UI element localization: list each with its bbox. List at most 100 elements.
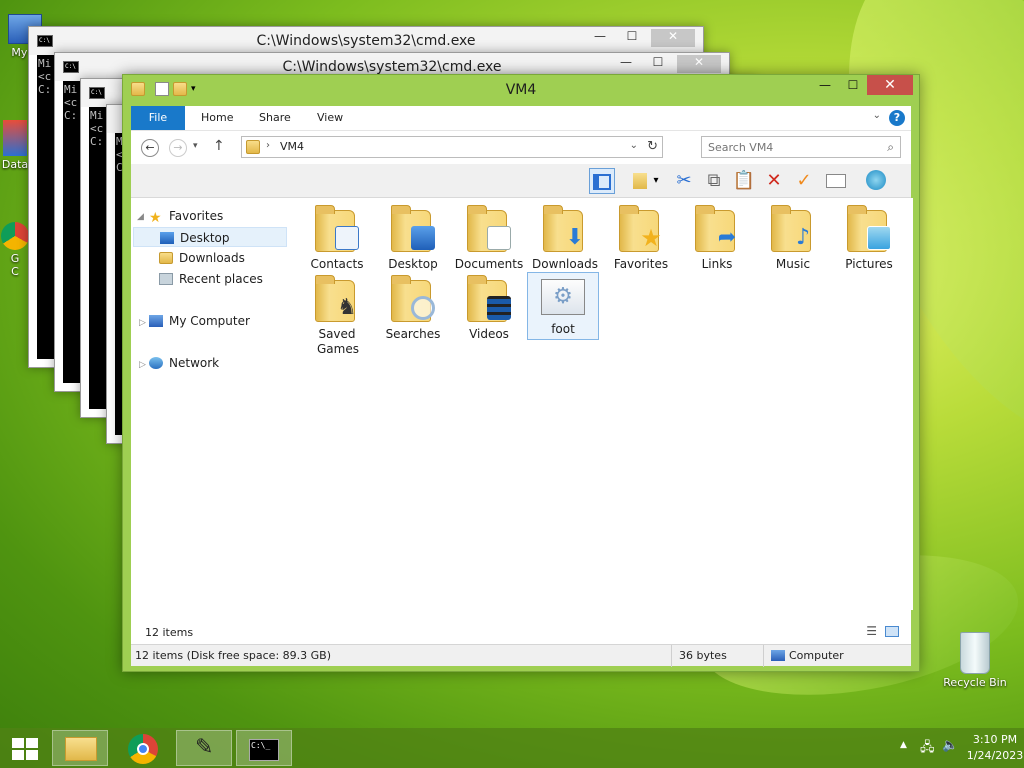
minimize-button[interactable]: — bbox=[613, 55, 639, 73]
folder-item[interactable]: Contacts bbox=[301, 204, 373, 272]
paste-icon[interactable]: 📋 bbox=[731, 168, 757, 194]
nav-desktop[interactable]: Desktop bbox=[133, 227, 287, 247]
minimize-button[interactable]: — bbox=[811, 75, 839, 95]
file-item[interactable]: ⚙ foot bbox=[527, 272, 599, 340]
breadcrumb[interactable]: VM4 bbox=[280, 140, 304, 153]
cut-icon[interactable]: ✂ bbox=[671, 168, 697, 194]
collapse-arrow-icon[interactable]: ◢ bbox=[137, 212, 144, 222]
tab-home[interactable]: Home bbox=[201, 106, 233, 130]
close-button[interactable]: ✕ bbox=[677, 55, 721, 73]
address-dropdown-icon[interactable]: ⌄ bbox=[630, 140, 638, 151]
search-box[interactable]: ⌕ bbox=[701, 136, 901, 158]
preview-pane-icon[interactable] bbox=[589, 168, 615, 194]
explorer-window[interactable]: ▾ VM4 — ☐ ✕ File Home Share View ⌄ ? ← →… bbox=[122, 74, 920, 672]
folder-item[interactable]: Videos bbox=[453, 274, 525, 342]
nav-label: Network bbox=[169, 356, 220, 370]
folder-item[interactable]: ★ Favorites bbox=[605, 204, 677, 272]
folder-item[interactable]: Pictures bbox=[833, 204, 905, 272]
refresh-icon[interactable]: ↻ bbox=[647, 139, 658, 154]
folder-icon bbox=[246, 140, 260, 154]
status-summary: 12 items (Disk free space: 89.3 GB) bbox=[135, 649, 331, 662]
nav-my-computer[interactable]: My Computer bbox=[149, 311, 289, 331]
tab-view[interactable]: View bbox=[317, 106, 343, 130]
taskbar: ✎ C:\_ ▲ 🖧 🔈 3:10 PM 1/24/2023 bbox=[0, 728, 1024, 768]
expand-arrow-icon[interactable]: ▷ bbox=[139, 360, 146, 370]
nav-downloads[interactable]: Downloads bbox=[159, 248, 289, 268]
chess-pieces-icon: ♞ bbox=[337, 295, 357, 320]
minimize-button[interactable]: — bbox=[587, 29, 613, 47]
item-label: Downloads bbox=[532, 257, 598, 271]
start-button[interactable] bbox=[4, 730, 44, 766]
console-line: <c bbox=[64, 96, 78, 109]
network-icon[interactable]: 🖧 bbox=[920, 738, 935, 760]
show-hidden-icons-icon[interactable]: ▲ bbox=[900, 740, 907, 750]
up-button[interactable]: ↑ bbox=[213, 138, 225, 154]
system-tray: ▲ 🖧 🔈 3:10 PM 1/24/2023 bbox=[874, 728, 1024, 768]
cmd-titlebar[interactable]: C:\Windows\system32\cmd.exe — ☐ ✕ bbox=[29, 27, 703, 55]
volume-icon[interactable]: 🔈 bbox=[942, 738, 958, 753]
breadcrumb-chevron-icon[interactable]: › bbox=[266, 140, 270, 151]
explorer-titlebar[interactable]: ▾ VM4 — ☐ ✕ bbox=[123, 75, 919, 105]
close-button[interactable]: ✕ bbox=[867, 75, 913, 95]
desktop-icon-recycle-bin[interactable]: Recycle Bin bbox=[940, 632, 1010, 689]
downloads-icon bbox=[159, 252, 173, 264]
rename-icon[interactable]: ✓ bbox=[791, 168, 817, 194]
folder-item[interactable]: ♪ Music bbox=[757, 204, 829, 272]
star-icon: ★ bbox=[640, 224, 662, 252]
nav-network[interactable]: Network bbox=[149, 353, 289, 373]
folder-item[interactable]: ➦ Links bbox=[681, 204, 753, 272]
console-line: Mi bbox=[38, 57, 52, 70]
folder-item[interactable]: Documents bbox=[453, 204, 525, 272]
delete-icon[interactable]: ✕ bbox=[761, 168, 787, 194]
cmd-icon: C:\_ bbox=[249, 739, 279, 761]
desktop-icon bbox=[160, 232, 174, 244]
navigation-bar: ← → ▾ ↑ › VM4 ⌄ ↻ ⌕ bbox=[131, 130, 911, 164]
copy-icon[interactable]: ⧉ bbox=[701, 168, 727, 194]
expand-arrow-icon[interactable]: ▷ bbox=[139, 318, 146, 328]
search-input[interactable] bbox=[702, 137, 872, 157]
tab-share[interactable]: Share bbox=[259, 106, 291, 130]
cmd-console[interactable]: Mi <c C: bbox=[37, 55, 55, 359]
select-dropdown-icon[interactable]: ▾ bbox=[649, 168, 663, 194]
web-icon[interactable] bbox=[863, 168, 889, 194]
tab-file[interactable]: File bbox=[131, 106, 185, 130]
clock-date[interactable]: 1/24/2023 bbox=[966, 749, 1024, 762]
nav-favorites[interactable]: ★ Favorites bbox=[149, 206, 289, 226]
folder-item[interactable]: ⬇ Downloads bbox=[529, 204, 601, 272]
properties-icon[interactable] bbox=[823, 168, 849, 194]
recent-locations-icon[interactable]: ▾ bbox=[193, 141, 198, 151]
forward-button[interactable]: → bbox=[169, 139, 187, 157]
taskbar-cmd[interactable]: C:\_ bbox=[236, 730, 292, 766]
maximize-button[interactable]: ☐ bbox=[645, 55, 671, 73]
large-icons-view-icon[interactable] bbox=[885, 626, 899, 637]
item-label: Music bbox=[775, 257, 811, 271]
nav-label: My Computer bbox=[169, 314, 250, 328]
back-button[interactable]: ← bbox=[141, 139, 159, 157]
expand-ribbon-icon[interactable]: ⌄ bbox=[873, 110, 881, 121]
folder-item[interactable]: Desktop bbox=[377, 204, 449, 272]
console-line: Mi bbox=[90, 109, 104, 122]
photo-icon bbox=[867, 226, 891, 250]
details-view-icon[interactable]: ☰ bbox=[866, 624, 877, 638]
help-icon[interactable]: ? bbox=[889, 110, 905, 126]
folder-item[interactable]: ♞ Saved Games bbox=[301, 274, 373, 357]
command-toolbar: ▾ ✂ ⧉ 📋 ✕ ✓ bbox=[131, 164, 911, 198]
cmd-console[interactable]: Mi <c C: bbox=[63, 81, 81, 383]
maximize-button[interactable]: ☐ bbox=[839, 75, 867, 95]
cmd-console[interactable]: Mi <c C: bbox=[89, 107, 107, 409]
folder-item[interactable]: Searches bbox=[377, 274, 449, 342]
item-label: Videos bbox=[469, 327, 509, 341]
item-label: Links bbox=[701, 257, 733, 271]
desktop-icon-label: Data bbox=[1, 158, 29, 171]
documents-icon bbox=[487, 226, 511, 250]
nav-recent-places[interactable]: Recent places bbox=[159, 269, 289, 289]
close-button[interactable]: ✕ bbox=[651, 29, 695, 47]
search-icon[interactable]: ⌕ bbox=[887, 140, 894, 155]
address-bar[interactable]: › VM4 ⌄ ↻ bbox=[241, 136, 663, 158]
recent-places-icon bbox=[159, 273, 173, 285]
taskbar-chrome[interactable] bbox=[116, 730, 172, 766]
taskbar-file-explorer[interactable] bbox=[52, 730, 108, 766]
taskbar-quill-app[interactable]: ✎ bbox=[176, 730, 232, 766]
maximize-button[interactable]: ☐ bbox=[619, 29, 645, 47]
clock-time[interactable]: 3:10 PM bbox=[970, 733, 1020, 746]
